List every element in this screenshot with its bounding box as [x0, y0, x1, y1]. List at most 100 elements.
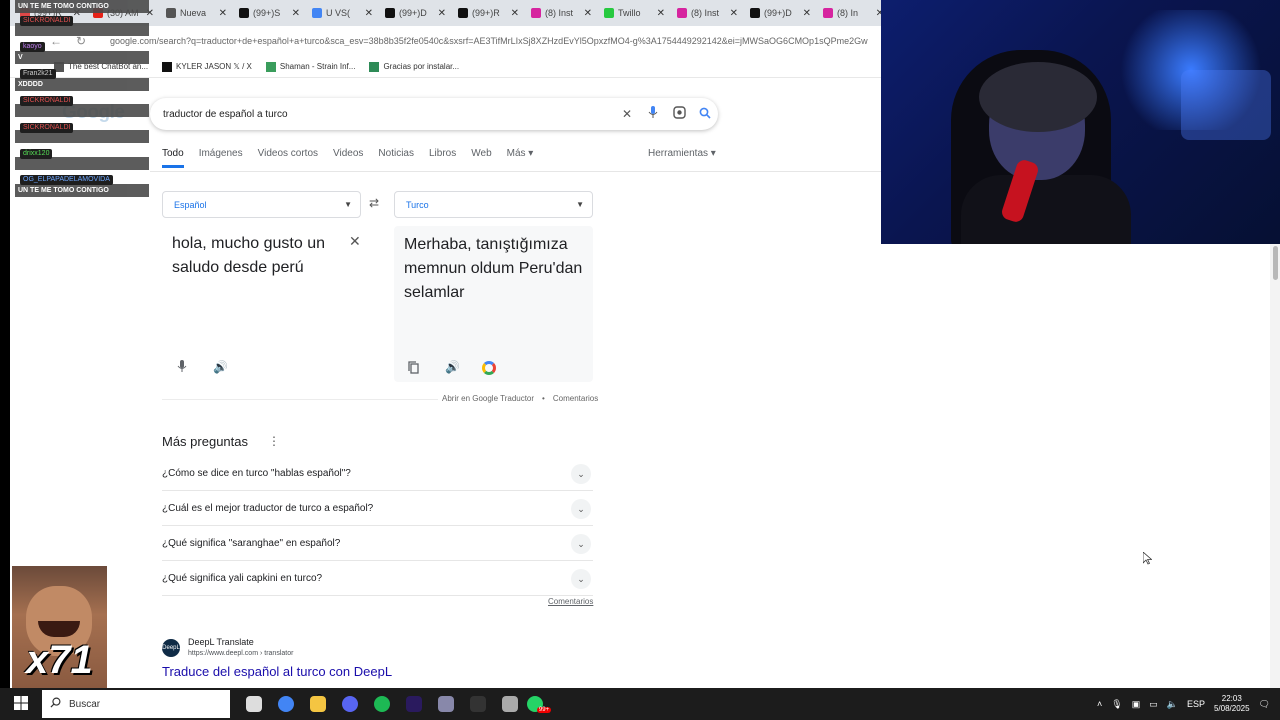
clock-date: 5/08/2025 [1213, 704, 1250, 713]
tab-close-icon[interactable]: ✕ [799, 8, 811, 19]
copy-icon[interactable] [408, 361, 419, 377]
tab-label: U VS( [326, 8, 351, 18]
url-field[interactable]: google.com/search?q=traductor+de+español… [110, 36, 881, 46]
search-tab[interactable]: Videos [333, 148, 363, 168]
search-tab[interactable]: Videos cortos [258, 148, 318, 168]
premiere-taskbar-icon[interactable] [398, 688, 430, 720]
page-scrollbar[interactable] [1270, 244, 1280, 688]
search-box[interactable]: traductor de español a turco ✕ [150, 98, 718, 130]
paa-title: Más preguntas [162, 434, 248, 449]
translator-comments-link[interactable]: Comentarios [553, 394, 598, 403]
browser-tab[interactable]: Twillo ✕ [598, 2, 671, 24]
browser-tab[interactable]: (8) Inst ✕ [525, 2, 598, 24]
bookmark-item[interactable]: KYLER JASON 𝕏 / X [162, 61, 252, 72]
browser-tab[interactable]: (99+)D ✕ [744, 2, 817, 24]
bookmark-item[interactable]: Shaman - Strain Inf... [265, 61, 356, 72]
more-options-icon[interactable]: ⋮ [268, 434, 280, 448]
paa-question[interactable]: ¿Qué significa "saranghae" en español? ⌄ [162, 526, 593, 561]
tray-chevron-icon[interactable]: ˄ [1097, 699, 1102, 709]
tab-close-icon[interactable]: ✕ [653, 8, 665, 19]
chevron-down-icon[interactable]: ⌄ [571, 569, 591, 589]
network-icon[interactable]: ▭ [1149, 699, 1158, 710]
browser-tab[interactable]: (99+)R ✕ [452, 2, 525, 24]
chevron-down-icon[interactable]: ⌄ [571, 464, 591, 484]
paa-question[interactable]: ¿Qué significa yali capkini en turco? ⌄ [162, 561, 593, 596]
target-language-select[interactable]: Turco ▼ [394, 191, 593, 218]
result-url[interactable]: https://www.deepl.com › translator [188, 650, 293, 657]
discord-taskbar-icon[interactable] [334, 688, 366, 720]
app-icon-shape [342, 696, 358, 712]
windows-start-icon[interactable] [0, 695, 42, 713]
chat-username: SICKRONALDI [20, 16, 74, 26]
search-icon[interactable] [692, 107, 718, 122]
tab-close-icon[interactable]: ✕ [361, 8, 373, 19]
search-tab[interactable]: Más ▾ [507, 148, 534, 168]
tray-display-icon[interactable]: ▣ [1132, 699, 1141, 710]
obs-taskbar-icon[interactable] [462, 688, 494, 720]
tab-close-icon[interactable]: ✕ [580, 8, 592, 19]
taskbar-search-box[interactable]: Buscar [42, 690, 230, 718]
chrome-taskbar-icon[interactable] [270, 688, 302, 720]
language-indicator[interactable]: ESP [1187, 699, 1205, 709]
tray-mic-icon[interactable]: 🎙 [1111, 699, 1122, 710]
search-input[interactable]: traductor de español a turco [163, 109, 614, 120]
tab-close-icon[interactable]: ✕ [434, 8, 446, 19]
browser-tab[interactable]: Nueva ✕ [160, 2, 233, 24]
tab-favicon-icon [750, 8, 760, 18]
search-tab[interactable]: Noticias [378, 148, 414, 168]
tab-close-icon[interactable]: ✕ [726, 8, 738, 19]
clear-source-icon[interactable]: ✕ [349, 233, 361, 250]
swap-languages-icon[interactable]: ⇄ [369, 196, 379, 210]
search-tab[interactable]: Todo [162, 148, 184, 168]
scrollbar-thumb[interactable] [1273, 246, 1278, 280]
calculator-taskbar-icon[interactable] [430, 688, 462, 720]
file-explorer-taskbar-icon[interactable] [302, 688, 334, 720]
browser-tab[interactable]: (99+)D ✕ [379, 2, 452, 24]
emote-multiplier: x71 [26, 638, 93, 682]
browser-tab[interactable]: U VS( ✕ [306, 2, 379, 24]
task-view-taskbar-icon[interactable] [238, 688, 270, 720]
whatsapp-taskbar-icon[interactable]: 99+ [526, 688, 558, 720]
microphone-icon[interactable] [640, 106, 666, 122]
target-speaker-icon[interactable]: 🔊 [445, 360, 460, 374]
tools-button[interactable]: Herramientas ▾ [648, 148, 716, 159]
spotify-taskbar-icon[interactable] [366, 688, 398, 720]
browser-tab[interactable]: (99+)S ✕ [233, 2, 306, 24]
paa-comments-link[interactable]: Comentarios [548, 597, 593, 606]
paa-question-text: ¿Qué significa "saranghae" en español? [162, 537, 341, 549]
open-in-translate-link[interactable]: Abrir en Google Traductor [442, 394, 534, 403]
source-microphone-icon[interactable] [177, 360, 187, 376]
tab-close-icon[interactable]: ✕ [872, 8, 881, 19]
shield-taskbar-icon[interactable] [494, 688, 526, 720]
google-g-icon[interactable] [482, 361, 496, 375]
chevron-down-icon[interactable]: ⌄ [571, 534, 591, 554]
tab-close-icon[interactable]: ✕ [215, 8, 227, 19]
browser-tab[interactable]: (8) Inst ✕ [671, 2, 744, 24]
bookmark-label: Shaman - Strain Inf... [279, 62, 356, 71]
clock[interactable]: 22:03 5/08/2025 [1214, 694, 1250, 714]
back-icon[interactable]: ← [50, 34, 62, 48]
chevron-down-icon[interactable]: ⌄ [571, 499, 591, 519]
browser-tab[interactable]: (8) In ✕ [817, 2, 881, 24]
app-icon-shape [502, 696, 518, 712]
source-text[interactable]: hola, mucho gusto un saludo desde perú [172, 232, 342, 280]
tab-close-icon[interactable]: ✕ [507, 8, 519, 19]
result-site-name[interactable]: DeepL Translate [188, 637, 254, 647]
volume-icon[interactable]: 🔈 [1167, 699, 1178, 710]
notifications-icon[interactable]: 🗨 [1259, 699, 1270, 710]
search-tab[interactable]: Web [471, 148, 491, 168]
clear-icon[interactable]: ✕ [614, 107, 640, 121]
search-tab[interactable]: Libros [429, 148, 456, 168]
lens-icon[interactable] [666, 106, 692, 122]
reload-icon[interactable]: ↻ [76, 34, 86, 48]
tab-close-icon[interactable]: ✕ [288, 8, 300, 19]
paa-question[interactable]: ¿Cómo se dice en turco "hablas español"?… [162, 456, 593, 491]
paa-question[interactable]: ¿Cuál es el mejor traductor de turco a e… [162, 491, 593, 526]
bookmark-item[interactable]: Gracias por instalar... [369, 61, 459, 72]
clock-time: 22:03 [1221, 694, 1242, 703]
result-title-link[interactable]: Traduce del español al turco con DeepL [162, 664, 392, 679]
source-language-select[interactable]: Español ▼ [162, 191, 361, 218]
source-speaker-icon[interactable]: 🔊 [213, 360, 228, 374]
whatsapp-badge: 99+ [536, 707, 552, 713]
search-tab[interactable]: Imágenes [199, 148, 243, 168]
